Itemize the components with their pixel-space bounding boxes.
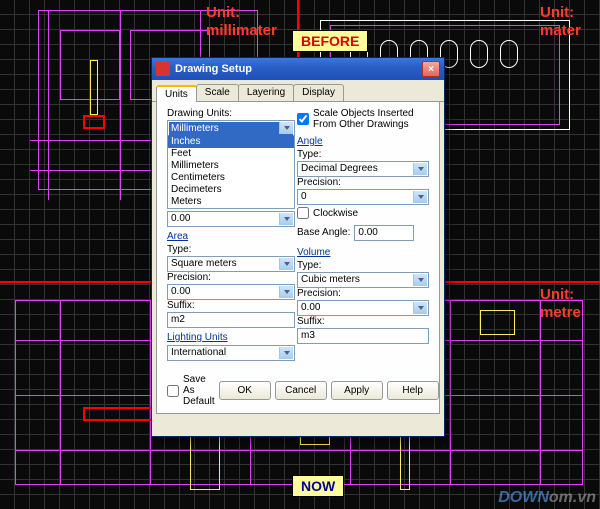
scale-objects-input[interactable] xyxy=(297,113,309,125)
tab-layering[interactable]: Layering xyxy=(238,84,294,101)
tab-scale[interactable]: Scale xyxy=(196,84,239,101)
area-type-label: Type: xyxy=(167,244,295,255)
panel-units: Drawing Units: Millimeters Inches Feet M… xyxy=(156,102,440,414)
lighting-select[interactable]: International xyxy=(167,345,295,361)
unit-label-tr: Unit:mater xyxy=(540,4,581,40)
tab-strip: Units Scale Layering Display xyxy=(152,80,444,102)
before-banner: BEFORE xyxy=(292,30,368,52)
unit-label-br: Unit:metre xyxy=(540,286,581,322)
volume-title: Volume xyxy=(297,247,429,258)
area-title: Area xyxy=(167,231,295,242)
volume-precision-label: Precision: xyxy=(297,288,429,299)
lighting-title: Lighting Units xyxy=(167,332,295,343)
drawing-units-select[interactable]: Millimeters xyxy=(167,120,295,136)
ok-button[interactable]: OK xyxy=(219,381,271,400)
scale-objects-checkbox[interactable]: Scale Objects Inserted From Other Drawin… xyxy=(297,108,429,130)
clockwise-input[interactable] xyxy=(297,207,309,219)
list-item[interactable]: Centimeters xyxy=(168,172,294,184)
unit-label-tl: Unit:millimater xyxy=(206,4,277,40)
list-item[interactable]: Meters xyxy=(168,196,294,208)
list-item[interactable]: Feet xyxy=(168,148,294,160)
base-angle-input[interactable]: 0.00 xyxy=(354,225,414,241)
dialog-title: Drawing Setup xyxy=(175,63,422,75)
angle-precision-label: Precision: xyxy=(297,177,429,188)
save-default-input[interactable] xyxy=(167,385,179,397)
watermark: DOWNom.vn xyxy=(498,489,596,507)
highlight-box xyxy=(83,115,105,129)
titlebar[interactable]: Drawing Setup × xyxy=(152,58,444,80)
clockwise-checkbox[interactable]: Clockwise xyxy=(297,207,429,219)
save-default-label: Save As Default xyxy=(183,374,215,407)
app-logo-icon xyxy=(156,62,170,76)
clockwise-label: Clockwise xyxy=(313,208,358,219)
angle-precision-select[interactable]: 0 xyxy=(297,189,429,205)
cancel-button[interactable]: Cancel xyxy=(275,381,327,400)
angle-type-select[interactable]: Decimal Degrees xyxy=(297,161,429,177)
volume-precision-select[interactable]: 0.00 xyxy=(297,300,429,316)
save-default-checkbox[interactable]: Save As Default xyxy=(167,374,215,407)
list-item[interactable]: Millimeters xyxy=(168,160,294,172)
volume-suffix-input[interactable]: m3 xyxy=(297,328,429,344)
drawing-units-label: Drawing Units: xyxy=(167,108,295,119)
apply-button[interactable]: Apply xyxy=(331,381,383,400)
area-type-select[interactable]: Square meters xyxy=(167,256,295,272)
area-suffix-input[interactable]: m2 xyxy=(167,312,295,328)
area-suffix-label: Suffix: xyxy=(167,300,295,311)
list-item[interactable]: Inches xyxy=(168,136,294,148)
area-precision-label: Precision: xyxy=(167,272,295,283)
close-button[interactable]: × xyxy=(422,61,440,77)
volume-type-label: Type: xyxy=(297,260,429,271)
angle-title: Angle xyxy=(297,136,429,147)
tab-units[interactable]: Units xyxy=(156,85,197,102)
volume-type-select[interactable]: Cubic meters xyxy=(297,272,429,288)
volume-suffix-label: Suffix: xyxy=(297,316,429,327)
tab-display[interactable]: Display xyxy=(293,84,344,101)
angle-type-label: Type: xyxy=(297,149,429,160)
drawing-units-listbox[interactable]: Inches Feet Millimeters Centimeters Deci… xyxy=(167,135,295,209)
drawing-units-precision-select[interactable]: 0.00 xyxy=(167,211,295,227)
now-banner: NOW xyxy=(292,475,344,497)
area-precision-select[interactable]: 0.00 xyxy=(167,284,295,300)
base-angle-label: Base Angle: xyxy=(297,227,350,238)
list-item[interactable]: Decimeters xyxy=(168,184,294,196)
scale-objects-label: Scale Objects Inserted From Other Drawin… xyxy=(313,108,429,130)
drawing-setup-dialog: Drawing Setup × Units Scale Layering Dis… xyxy=(151,57,445,437)
help-button[interactable]: Help xyxy=(387,381,439,400)
